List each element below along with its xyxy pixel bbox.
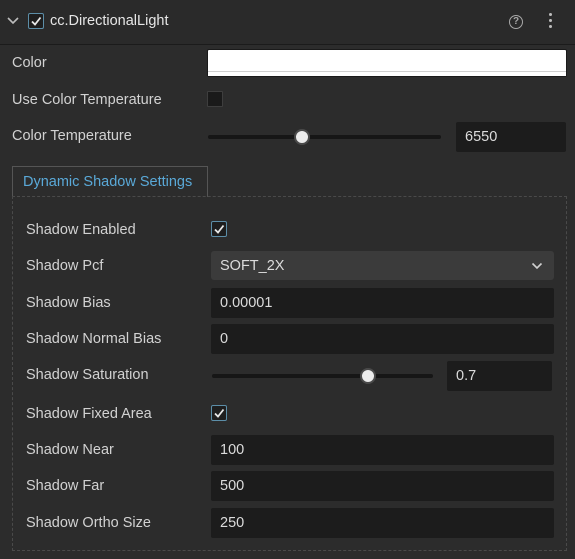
component-header: cc.DirectionalLight ?: [0, 0, 575, 45]
use-color-temperature-checkbox[interactable]: [207, 91, 223, 107]
shadow-pcf-value: SOFT_2X: [220, 257, 285, 274]
shadow-normal-bias-label: Shadow Normal Bias: [26, 331, 162, 347]
check-icon: [214, 408, 225, 418]
shadow-far-label: Shadow Far: [26, 478, 105, 494]
tab-dynamic-shadow-settings[interactable]: Dynamic Shadow Settings: [12, 166, 208, 197]
color-temperature-slider-track[interactable]: [208, 135, 441, 139]
shadow-saturation-input[interactable]: 0.7: [447, 361, 552, 391]
color-swatch[interactable]: [207, 49, 567, 77]
more-icon[interactable]: [547, 13, 553, 31]
shadow-normal-bias-input[interactable]: 0: [211, 324, 554, 354]
shadow-far-input[interactable]: 500: [211, 471, 554, 501]
shadow-fixed-area-label: Shadow Fixed Area: [26, 406, 152, 422]
use-color-temperature-label: Use Color Temperature: [12, 92, 162, 108]
color-temperature-label: Color Temperature: [12, 128, 132, 144]
help-icon[interactable]: ?: [509, 15, 523, 29]
shadow-fixed-area-checkbox[interactable]: [211, 405, 227, 421]
shadow-enabled-label: Shadow Enabled: [26, 222, 136, 238]
color-label: Color: [12, 55, 47, 71]
shadow-pcf-label: Shadow Pcf: [26, 258, 104, 274]
check-icon: [31, 16, 42, 26]
shadow-saturation-slider-thumb[interactable]: [360, 368, 376, 384]
shadow-near-input[interactable]: 100: [211, 435, 554, 465]
component-enabled-checkbox[interactable]: [28, 13, 44, 29]
component-title: cc.DirectionalLight: [50, 13, 169, 29]
color-temperature-slider-thumb[interactable]: [294, 129, 310, 145]
shadow-enabled-checkbox[interactable]: [211, 221, 227, 237]
shadow-saturation-slider-track[interactable]: [212, 374, 433, 378]
collapse-chevron-icon[interactable]: [6, 14, 20, 28]
color-temperature-input[interactable]: 6550: [456, 122, 566, 152]
shadow-bias-label: Shadow Bias: [26, 295, 111, 311]
check-icon: [214, 224, 225, 234]
shadow-saturation-label: Shadow Saturation: [26, 367, 149, 383]
dropdown-chevron-icon: [531, 262, 543, 270]
shadow-pcf-select[interactable]: SOFT_2X: [211, 251, 554, 280]
shadow-near-label: Shadow Near: [26, 442, 114, 458]
shadow-ortho-size-input[interactable]: 250: [211, 508, 554, 538]
shadow-bias-input[interactable]: 0.00001: [211, 288, 554, 318]
shadow-ortho-size-label: Shadow Ortho Size: [26, 515, 151, 531]
